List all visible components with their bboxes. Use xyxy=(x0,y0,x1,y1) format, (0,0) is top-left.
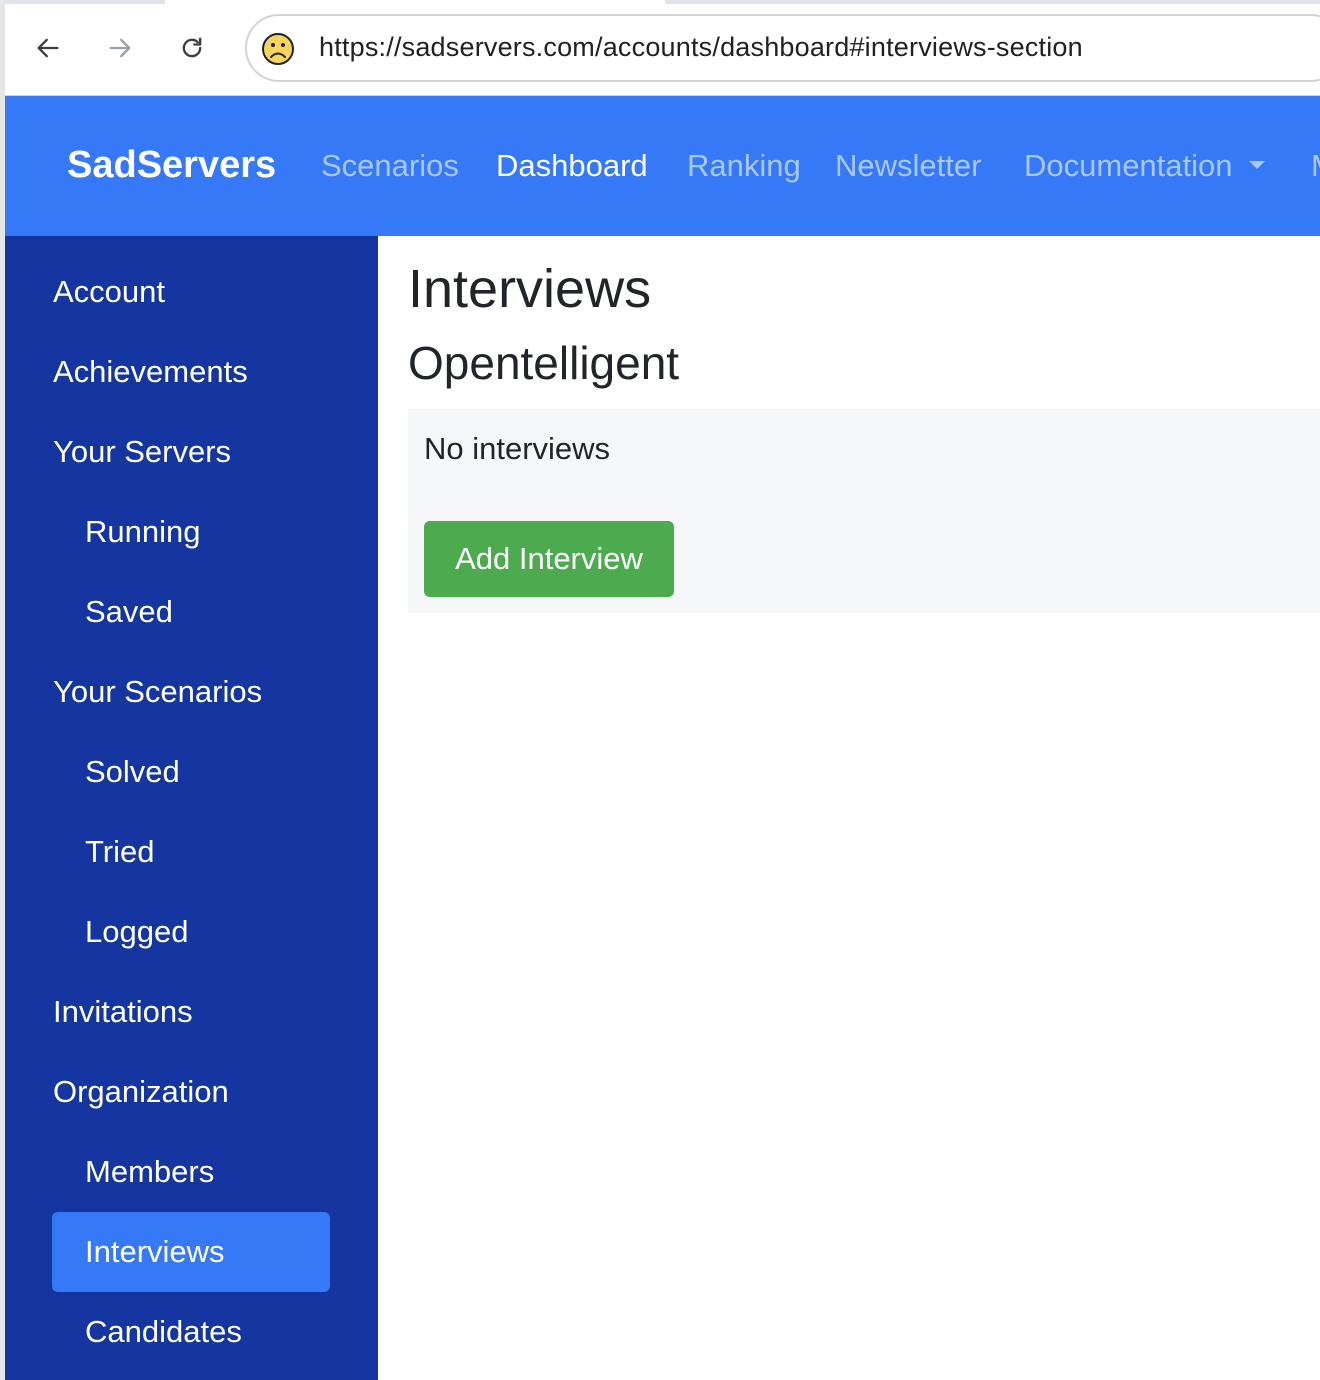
arrow-left-icon xyxy=(37,38,59,58)
organization-title: Opentelligent xyxy=(408,337,680,389)
sidebar-item-solved[interactable]: Solved xyxy=(52,732,330,812)
sidebar-item-saved[interactable]: Saved xyxy=(52,572,330,652)
sidebar-item-interviews[interactable]: Interviews xyxy=(52,1212,330,1292)
site-navbar: SadServers Scenarios Dashboard Ranking N… xyxy=(5,96,1320,236)
sidebar-item-tried[interactable]: Tried xyxy=(52,812,330,892)
nav-documentation: Documentation xyxy=(1024,148,1233,183)
window-edge xyxy=(0,0,5,1380)
sidebar: Account Achievements Your Servers Runnin… xyxy=(5,236,378,1380)
caret-down-icon xyxy=(1248,160,1265,169)
screen: https://sadservers.com/accounts/dashboar… xyxy=(0,0,1320,1380)
sidebar-item-logged[interactable]: Logged xyxy=(52,892,330,972)
page-title: Interviews xyxy=(408,259,652,319)
arrow-right-icon xyxy=(109,38,131,58)
sidebar-item-your-servers[interactable]: Your Servers xyxy=(52,412,330,492)
tab-strip xyxy=(5,0,1320,4)
nav-documentation-dropdown[interactable]: Documentation xyxy=(1024,148,1265,184)
sidebar-item-running[interactable]: Running xyxy=(52,492,330,572)
sidebar-item-organization[interactable]: Organization xyxy=(52,1052,330,1132)
sidebar-item-candidates[interactable]: Candidates xyxy=(52,1292,330,1372)
nav-ranking[interactable]: Ranking xyxy=(687,148,801,184)
back-button[interactable] xyxy=(26,26,70,70)
empty-state-message: No interviews xyxy=(424,431,611,466)
url-text[interactable]: https://sadservers.com/accounts/dashboar… xyxy=(319,32,1083,63)
nav-newsletter[interactable]: Newsletter xyxy=(835,148,981,184)
browser-toolbar: https://sadservers.com/accounts/dashboar… xyxy=(5,0,1320,96)
sidebar-item-invitations[interactable]: Invitations xyxy=(52,972,330,1052)
sidebar-item-your-scenarios[interactable]: Your Scenarios xyxy=(52,652,330,732)
sidebar-item-achievements[interactable]: Achievements xyxy=(52,332,330,412)
reload-button[interactable] xyxy=(170,26,214,70)
nav-scenarios[interactable]: Scenarios xyxy=(321,148,459,184)
forward-button[interactable] xyxy=(98,26,142,70)
sidebar-item-members[interactable]: Members xyxy=(52,1132,330,1212)
add-interview-button[interactable]: Add Interview xyxy=(424,521,674,597)
interviews-panel: No interviews Add Interview xyxy=(408,409,1320,613)
main-content: Interviews Opentelligent No interviews A… xyxy=(378,236,1320,1380)
reload-icon xyxy=(182,37,202,58)
nav-dashboard[interactable]: Dashboard xyxy=(496,148,648,184)
nav-more[interactable]: M xyxy=(1311,148,1320,184)
sad-face-icon[interactable] xyxy=(261,32,295,66)
brand-logo[interactable]: SadServers xyxy=(67,144,276,187)
sidebar-item-account[interactable]: Account xyxy=(52,252,330,332)
address-bar[interactable]: https://sadservers.com/accounts/dashboar… xyxy=(245,14,1320,82)
